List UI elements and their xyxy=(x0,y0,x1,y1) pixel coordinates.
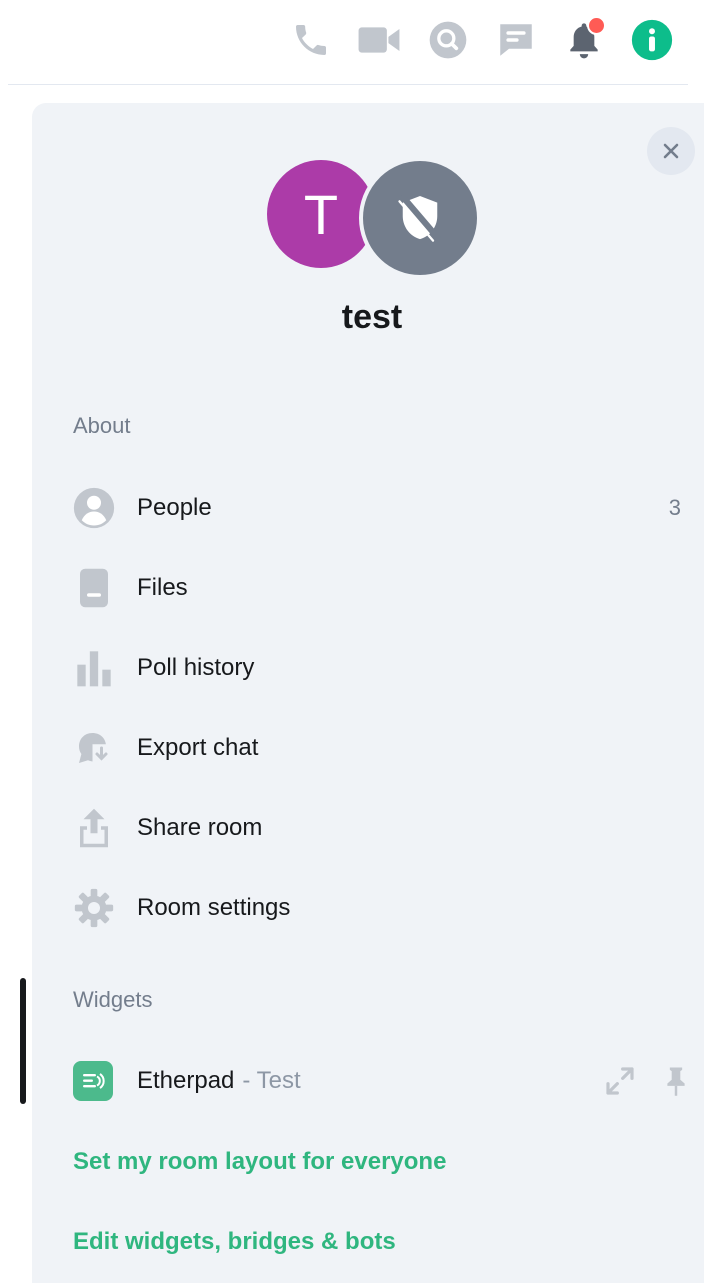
file-icon xyxy=(73,567,115,609)
notification-dot xyxy=(587,16,606,35)
files-item[interactable]: Files xyxy=(73,560,681,616)
export-chat-label: Export chat xyxy=(137,734,259,761)
room-settings-item[interactable]: Room settings xyxy=(73,880,681,936)
edit-widgets-link[interactable]: Edit widgets, bridges & bots xyxy=(73,1228,396,1256)
phone-icon xyxy=(296,25,326,55)
threads-button[interactable] xyxy=(494,18,538,62)
room-search-button[interactable] xyxy=(426,18,470,62)
shield-off-icon xyxy=(398,194,441,242)
people-label: People xyxy=(137,494,212,521)
share-icon xyxy=(73,807,115,849)
voice-call-button[interactable] xyxy=(289,18,333,62)
close-panel-button[interactable] xyxy=(647,127,695,175)
people-item[interactable]: People 3 xyxy=(73,480,681,536)
gear-icon xyxy=(73,887,115,929)
room-settings-label: Room settings xyxy=(137,894,291,921)
resize-handle[interactable] xyxy=(20,978,26,1104)
room-name: test xyxy=(341,298,403,336)
search-icon xyxy=(429,21,467,59)
room-info-button[interactable] xyxy=(630,18,674,62)
etherpad-icon xyxy=(73,1061,113,1101)
room-summary-panel: T test About People 3 Files Poll history… xyxy=(32,103,704,1283)
export-chat-item[interactable]: Export chat xyxy=(73,720,681,776)
widget-name: Etherpad xyxy=(137,1067,235,1094)
expand-icon xyxy=(606,1067,634,1095)
widget-actions xyxy=(603,1064,693,1098)
poll-history-item[interactable]: Poll history xyxy=(73,640,681,696)
header-divider xyxy=(8,84,688,85)
close-icon xyxy=(663,143,679,159)
share-room-label: Share room xyxy=(137,814,263,841)
poll-history-label: Poll history xyxy=(137,654,255,681)
threads-icon xyxy=(500,24,532,56)
info-icon xyxy=(631,19,673,61)
poll-icon xyxy=(73,647,115,689)
video-icon xyxy=(358,27,400,53)
person-icon xyxy=(73,487,115,529)
notifications-button[interactable] xyxy=(562,16,606,62)
export-chat-icon xyxy=(73,727,115,769)
files-label: Files xyxy=(137,574,188,601)
widget-etherpad[interactable]: Etherpad - Test xyxy=(73,1053,693,1109)
share-room-item[interactable]: Share room xyxy=(73,800,681,856)
encryption-badge xyxy=(359,157,481,279)
people-count: 3 xyxy=(668,495,681,520)
pin-icon xyxy=(667,1067,685,1096)
about-heading: About xyxy=(73,413,131,438)
video-call-button[interactable] xyxy=(357,18,401,62)
pin-widget-button[interactable] xyxy=(659,1064,693,1098)
avatar-letter: T xyxy=(303,182,339,246)
widget-subtitle: - Test xyxy=(242,1067,301,1094)
room-header xyxy=(0,0,704,84)
maximise-widget-button[interactable] xyxy=(603,1064,637,1098)
set-room-layout-link[interactable]: Set my room layout for everyone xyxy=(73,1148,446,1176)
widgets-heading: Widgets xyxy=(73,987,153,1012)
